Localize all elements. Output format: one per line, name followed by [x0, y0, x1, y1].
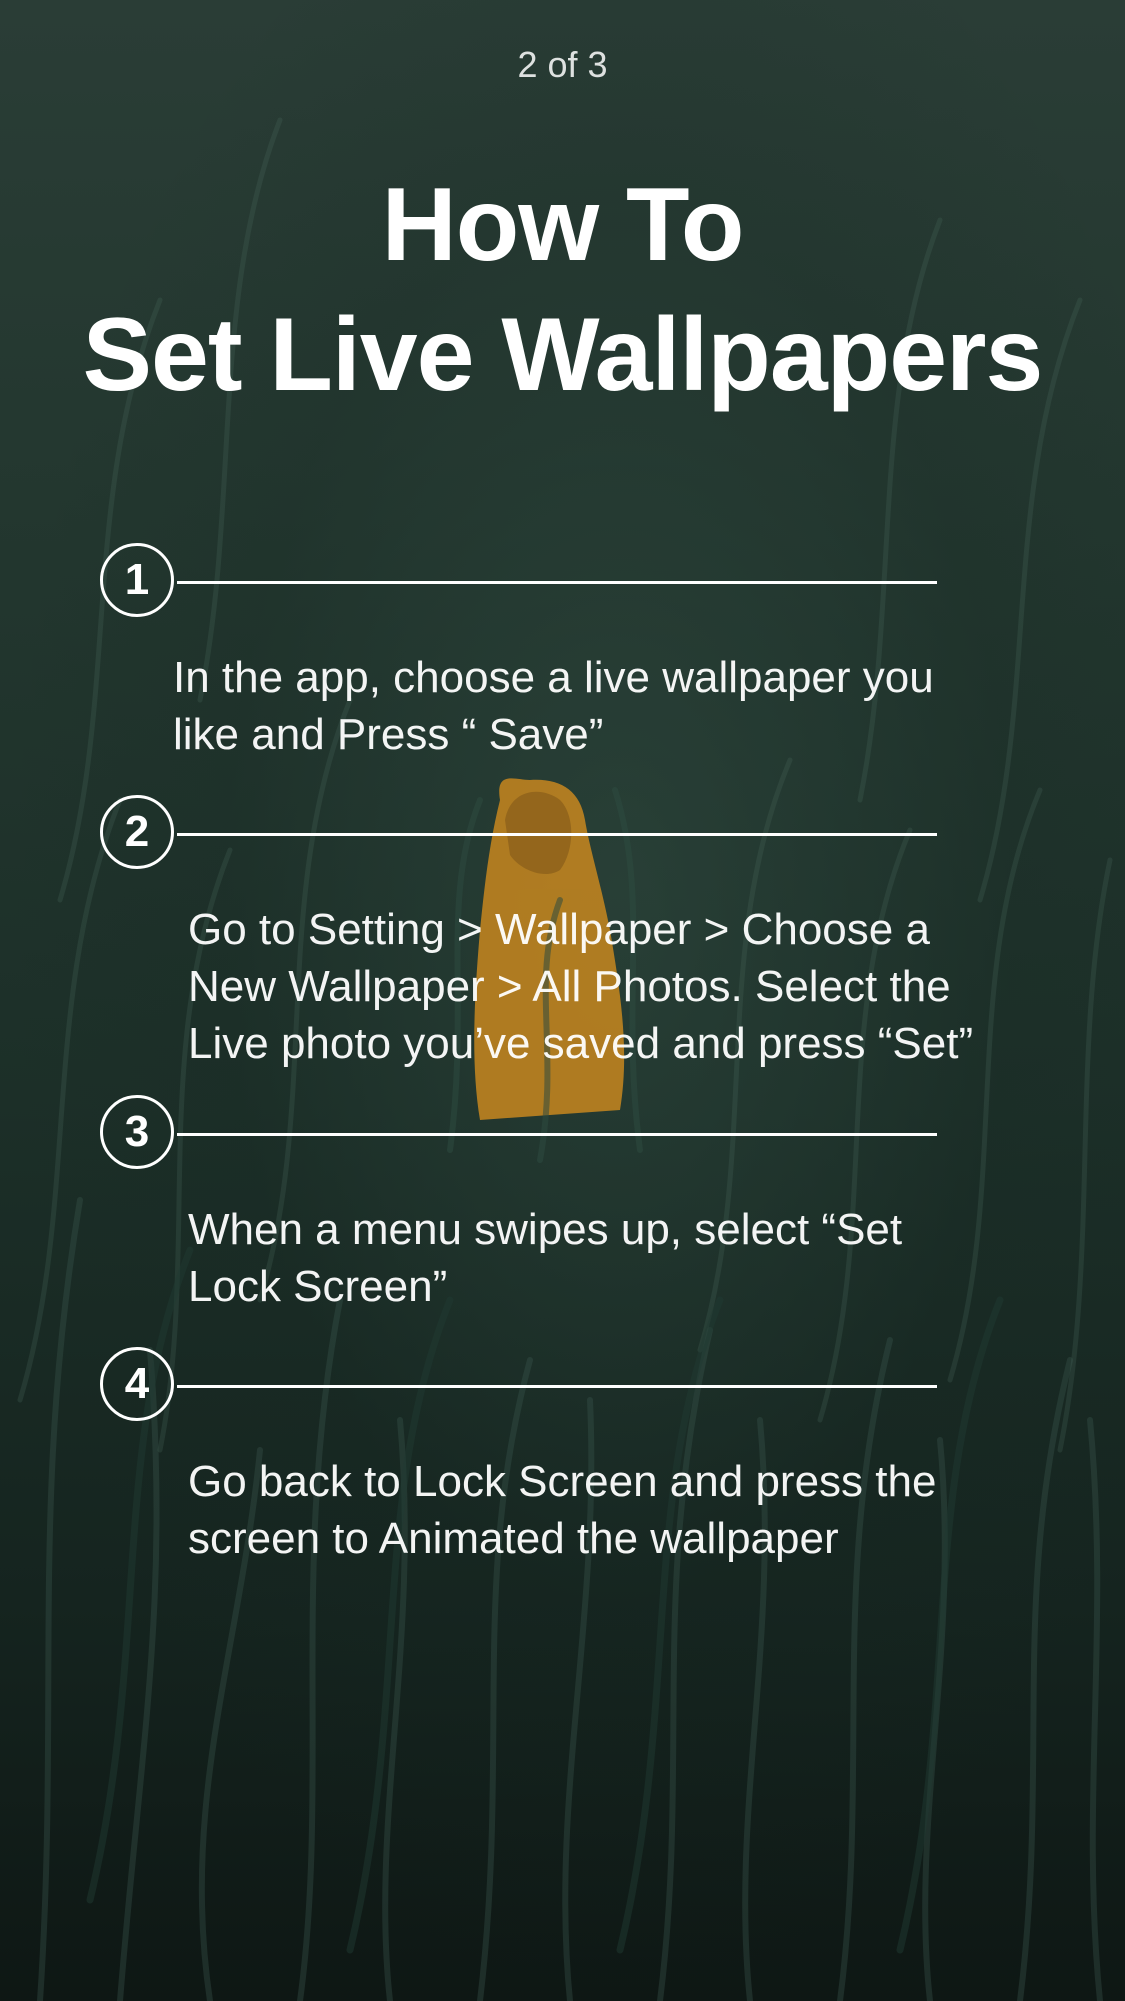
step-number-badge: 3	[100, 1095, 174, 1169]
step-text-line: In the app, choose a live wallpaper you	[173, 653, 934, 702]
step-divider	[177, 833, 937, 836]
step-text-line: screen to Animated the wallpaper	[188, 1514, 839, 1563]
step-2-text: Go to Setting > Wallpaper > Choose a New…	[188, 901, 973, 1072]
step-text-line: Go to Setting > Wallpaper > Choose a	[188, 905, 930, 954]
step-text-line: Live photo you’ve saved and press “Set”	[188, 1019, 974, 1068]
step-3-text: When a menu swipes up, select “Set Lock …	[188, 1201, 902, 1315]
step-text-line: Lock Screen”	[188, 1262, 448, 1311]
step-1-text: In the app, choose a live wallpaper you …	[173, 649, 934, 763]
step-text-line: When a menu swipes up, select “Set	[188, 1205, 903, 1254]
step-divider	[177, 1133, 937, 1136]
step-number-badge: 2	[100, 795, 174, 869]
title-line-2: Set Live Wallpapers	[82, 297, 1044, 413]
step-text-line: New Wallpaper > All Photos. Select the	[188, 962, 951, 1011]
step-number-badge: 1	[100, 543, 174, 617]
step-text-line: Go back to Lock Screen and press the	[188, 1457, 937, 1506]
page-title: How To Set Live Wallpapers	[0, 160, 1125, 420]
step-text-line: like and Press “ Save”	[173, 710, 604, 759]
step-4-text: Go back to Lock Screen and press the scr…	[188, 1453, 936, 1567]
step-number-badge: 4	[100, 1347, 174, 1421]
step-divider	[177, 581, 937, 584]
step-divider	[177, 1385, 937, 1388]
title-line-1: How To	[381, 167, 745, 283]
page-counter: 2 of 3	[517, 44, 608, 85]
